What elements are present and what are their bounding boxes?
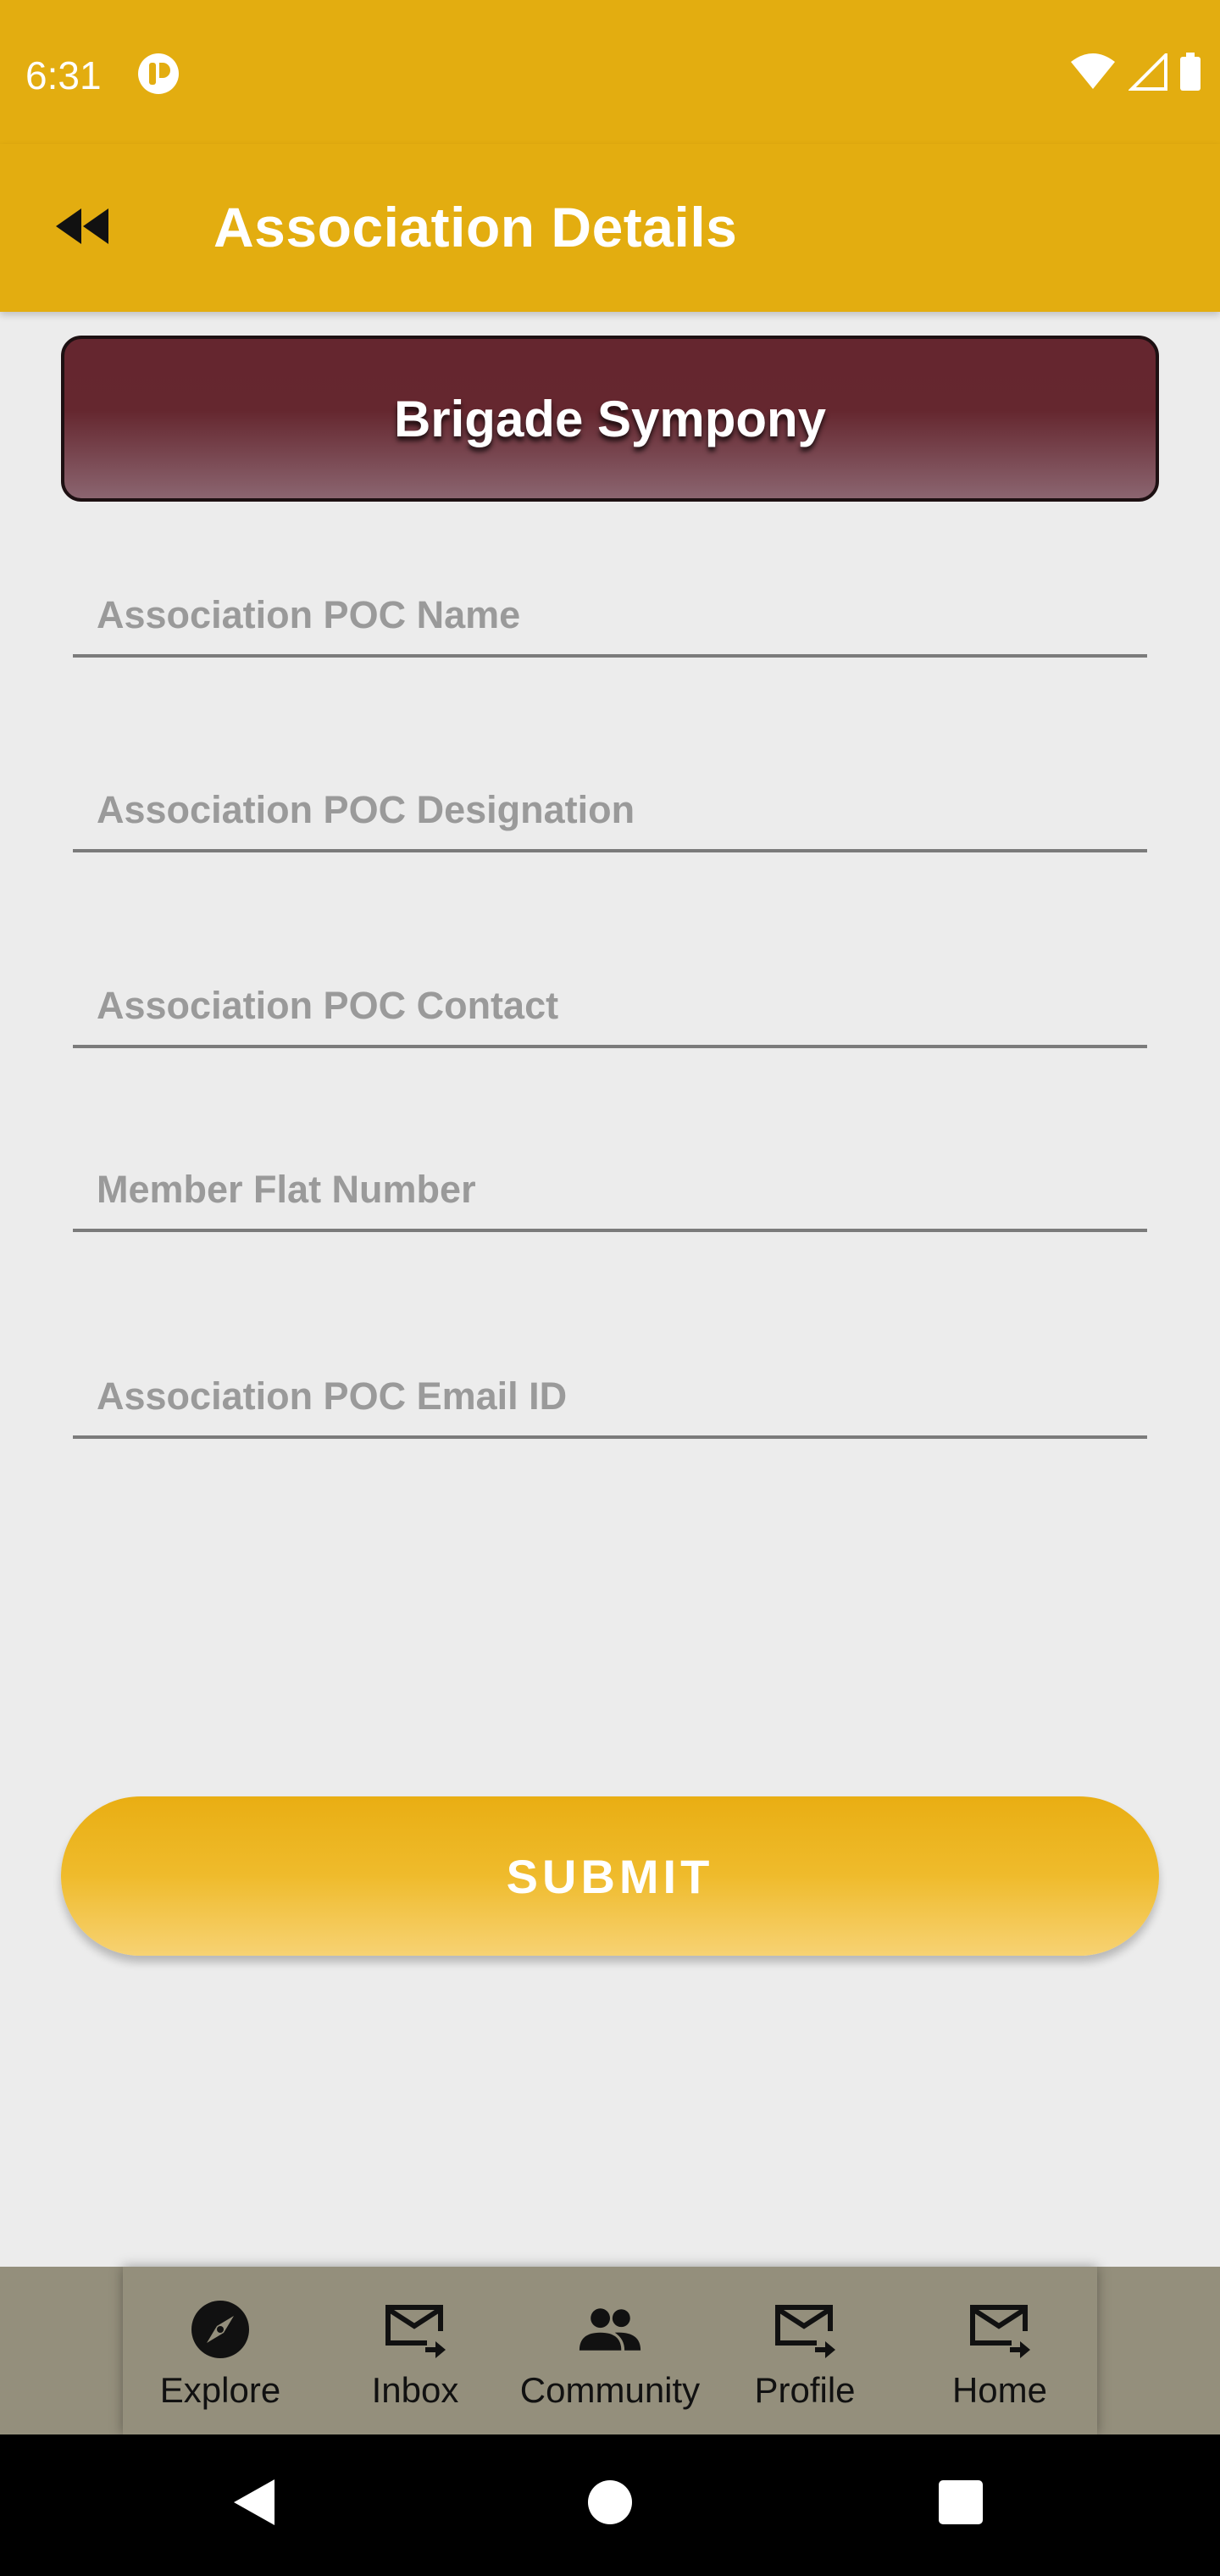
nav-item-community[interactable]: Community — [513, 2267, 707, 2434]
nav-label-inbox: Inbox — [371, 2370, 459, 2410]
poc-contact-input[interactable] — [97, 984, 1113, 1028]
nav-item-inbox[interactable]: Inbox — [318, 2267, 513, 2434]
poc-contact-field — [73, 963, 1147, 1048]
system-recents-button[interactable] — [927, 2470, 995, 2538]
nav-label-home: Home — [951, 2370, 1048, 2410]
nav-label-explore: Explore — [159, 2370, 281, 2410]
mail-forward-icon — [773, 2297, 837, 2362]
wifi-icon — [1069, 53, 1117, 95]
nav-label-profile: Profile — [754, 2370, 856, 2410]
mail-forward-icon — [383, 2297, 447, 2362]
compass-icon — [188, 2297, 252, 2362]
bottom-nav: Explore Inbox Community Profile Home — [123, 2267, 1097, 2434]
app-notification-icon — [137, 53, 180, 95]
bottom-nav-area: Explore Inbox Community Profile Home — [0, 2267, 1220, 2434]
square-recents-icon — [938, 2479, 984, 2529]
nav-label-community: Community — [519, 2370, 701, 2410]
cell-signal-icon — [1128, 50, 1167, 95]
society-name: Brigade Sympony — [393, 390, 827, 447]
mail-forward-icon — [968, 2297, 1032, 2362]
status-bar: 6:31 — [0, 0, 1220, 144]
submit-button[interactable]: SUBMIT — [61, 1796, 1159, 1956]
flat-number-input[interactable] — [97, 1168, 1113, 1212]
poc-name-field — [73, 573, 1147, 658]
circle-home-icon — [586, 2479, 634, 2530]
poc-designation-field — [73, 768, 1147, 852]
triangle-back-icon — [230, 2476, 278, 2533]
nav-item-profile[interactable]: Profile — [707, 2267, 902, 2434]
poc-email-input[interactable] — [97, 1374, 1113, 1418]
poc-designation-input[interactable] — [97, 788, 1113, 832]
rewind-back-icon — [56, 207, 112, 250]
nav-item-explore[interactable]: Explore — [123, 2267, 318, 2434]
app-bar: Association Details — [0, 144, 1220, 312]
system-back-button[interactable] — [220, 2470, 288, 2538]
status-time: 6:31 — [25, 53, 102, 97]
back-button[interactable] — [47, 192, 120, 264]
poc-name-input[interactable] — [97, 593, 1113, 637]
system-home-button[interactable] — [576, 2470, 644, 2538]
society-banner: Brigade Sympony — [61, 336, 1159, 502]
flat-number-field — [73, 1147, 1147, 1232]
system-nav-bar — [0, 2434, 1220, 2576]
poc-email-field — [73, 1354, 1147, 1439]
people-icon — [578, 2297, 642, 2362]
page-title: Association Details — [214, 196, 738, 258]
battery-icon — [1179, 52, 1201, 96]
status-icons — [1069, 50, 1201, 96]
nav-item-home[interactable]: Home — [902, 2267, 1097, 2434]
